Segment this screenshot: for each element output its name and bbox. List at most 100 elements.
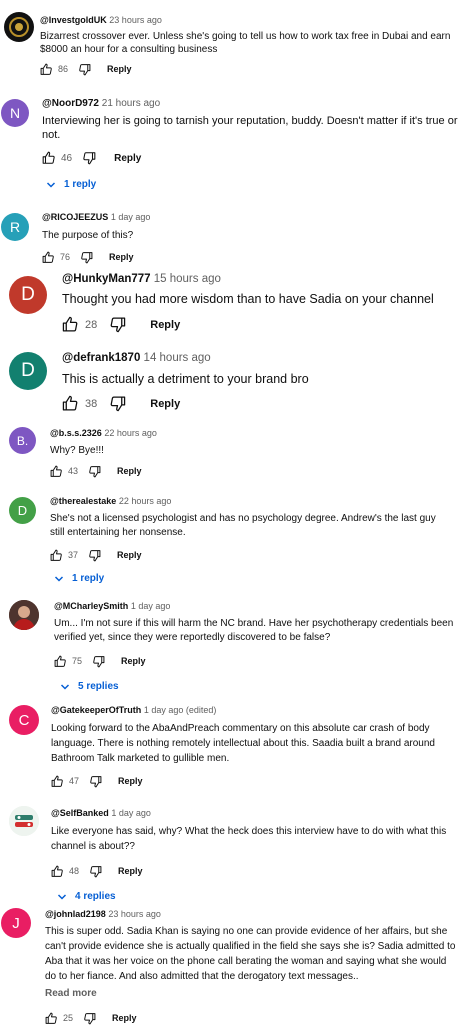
dislike-button[interactable] [109,316,126,333]
reply-button[interactable]: Reply [121,656,146,666]
avatar[interactable]: C [9,705,39,735]
dislike-button[interactable] [109,395,126,412]
reply-button[interactable]: Reply [117,466,142,476]
like-button[interactable] [42,151,56,165]
like-count: 86 [58,64,69,74]
comment-time[interactable]: 23 hours ago [108,909,161,919]
avatar[interactable]: J [1,908,31,938]
comment-text: This is actually a detriment to your bra… [62,372,309,386]
dislike-button[interactable] [82,151,96,165]
avatar[interactable]: D [9,497,36,524]
view-replies-button[interactable]: 1 reply [54,573,104,584]
dislike-button[interactable] [78,63,91,76]
avatar-letter: J [12,914,20,932]
comment-author[interactable]: @therealestake [50,496,116,506]
comment-time[interactable]: 22 hours ago [119,496,172,506]
comment-author[interactable]: @InvestgoldUK [40,15,107,25]
comment-header: @therealestake 22 hours ago [50,496,171,506]
thumbs-up-icon [50,465,62,477]
dislike-button[interactable] [92,655,105,668]
view-replies-button[interactable]: 4 replies [57,891,116,902]
comment-author[interactable]: @GatekeeperOfTruth [51,705,141,715]
chevron-down-icon [60,683,70,690]
comment-author[interactable]: @RICOJEEZUS [42,212,108,222]
comment-author[interactable]: @b.s.s.2326 [50,428,102,438]
replies-count: 1 reply [72,573,105,584]
comment-time[interactable]: 15 hours ago [154,273,221,285]
comment-text: The purpose of this? [42,230,134,241]
reply-button[interactable]: Reply [150,398,180,410]
dislike-button[interactable] [89,865,102,878]
comment-author[interactable]: @HunkyMan777 [62,273,151,285]
reply-button[interactable]: Reply [107,64,132,74]
avatar-letter: C [18,711,30,729]
like-button[interactable] [50,465,63,478]
avatar-letter: N [9,105,21,121]
comment-actions: 76 Reply [42,250,134,264]
like-button[interactable] [62,316,79,333]
avatar[interactable]: D [9,276,47,314]
avatar[interactable]: N [1,99,29,127]
avatar[interactable] [4,12,34,42]
comment-header: @HunkyMan777 15 hours ago [62,273,221,285]
reply-button[interactable]: Reply [109,252,134,262]
like-button[interactable] [51,775,64,788]
like-button[interactable] [62,395,79,412]
read-more-button[interactable]: Read more [45,988,97,999]
thumbs-down-icon [90,865,102,877]
comment-time[interactable]: 23 hours ago [109,15,162,25]
avatar[interactable]: D [9,352,47,390]
dislike-button[interactable] [89,775,102,788]
comment-header: @NoorD972 21 hours ago [42,98,160,109]
reply-button[interactable]: Reply [117,550,142,560]
comment-time[interactable]: 21 hours ago [102,98,160,109]
comment: @InvestgoldUK 23 hours ago Bizarrest cro… [0,0,465,92]
dislike-button[interactable] [80,251,93,264]
like-button[interactable] [51,865,64,878]
comment-author[interactable]: @NoorD972 [42,98,99,109]
comment-actions: 38 Reply [62,395,180,412]
comment-author[interactable]: @SelfBanked [51,808,109,818]
avatar[interactable]: B. [9,427,36,454]
view-replies-button[interactable]: 1 reply [46,179,96,190]
dislike-button[interactable] [88,465,101,478]
thumbs-up-icon [62,395,78,411]
comment-author[interactable]: @MCharleySmith [54,601,128,611]
thumbs-down-icon [83,152,96,165]
comment-time[interactable]: 1 day ago [131,601,171,611]
reply-button[interactable]: Reply [150,319,180,331]
comment: C @GatekeeperOfTruth 1 day ago (edited) … [0,700,465,798]
comment-author[interactable]: @johnlad2198 [45,909,106,919]
comment-time[interactable]: 14 hours ago [144,352,211,364]
reply-button[interactable]: Reply [112,1013,137,1023]
comment: J @johnlad2198 23 hours ago This is supe… [0,904,465,1024]
chevron-down-icon [57,893,67,900]
reply-button[interactable]: Reply [114,153,141,164]
like-button[interactable] [54,655,67,668]
comment-time[interactable]: 1 day ago [111,212,151,222]
thumbs-up-icon [51,775,63,787]
comment-author[interactable]: @defrank1870 [62,352,140,364]
view-replies-button[interactable]: 5 replies [60,681,119,692]
avatar[interactable] [9,806,39,836]
thumbs-up-icon [40,63,52,75]
avatar[interactable]: R [1,213,29,241]
reply-button[interactable]: Reply [118,866,143,876]
avatar[interactable] [9,600,39,630]
like-button[interactable] [40,63,53,76]
reply-button[interactable]: Reply [118,776,143,786]
comment-time[interactable]: 1 day ago (edited) [144,705,217,715]
dislike-button[interactable] [83,1012,96,1025]
comment-actions: 86 Reply [40,62,132,76]
like-button[interactable] [45,1012,58,1025]
comment-time[interactable]: 1 day ago [111,808,151,818]
comment-actions: 46 Reply [42,151,141,165]
comment-time[interactable]: 22 hours ago [104,428,157,438]
like-count: 28 [85,318,98,331]
thumbs-down-icon [90,775,102,787]
like-button[interactable] [50,549,63,562]
dislike-button[interactable] [88,549,101,562]
thumbs-up-icon [51,865,63,877]
like-button[interactable] [42,251,55,264]
like-count: 25 [63,1013,74,1023]
